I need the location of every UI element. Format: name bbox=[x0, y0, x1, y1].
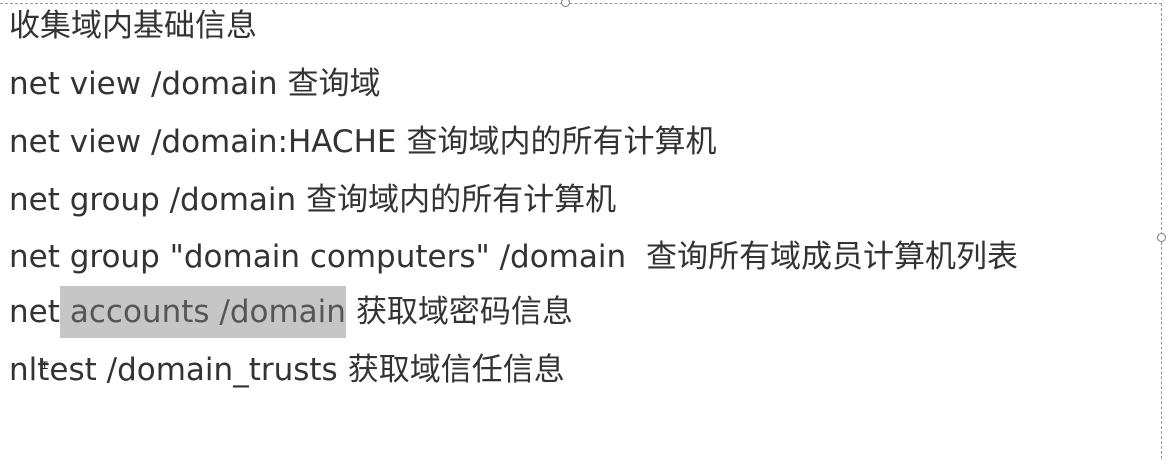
title-text: 收集域内基础信息 bbox=[9, 8, 257, 44]
text-cursor-icon: ⌶ bbox=[41, 358, 49, 372]
command-line-6: nltest /domain_trusts 获取域信任信息 bbox=[9, 348, 1144, 392]
command-description: 查询域内的所有计算机 bbox=[306, 182, 617, 218]
slide-canvas: 收集域内基础信息 net view /domain 查询域 net view /… bbox=[0, 0, 1166, 463]
command-text: net group "domain computers" /domain bbox=[9, 239, 627, 275]
command-prefix: net bbox=[9, 294, 60, 330]
command-text: net view /domain:HACHE bbox=[9, 124, 397, 160]
command-description: 查询所有域成员计算机列表 bbox=[646, 239, 1018, 275]
command-line-5: net accounts /domain 获取域密码信息 bbox=[9, 286, 1144, 338]
command-line-4: net group "domain computers" /domain 查询所… bbox=[9, 236, 1144, 278]
command-description: 获取域信任信息 bbox=[347, 352, 565, 388]
command-text: net group /domain bbox=[9, 182, 297, 218]
text-box[interactable]: 收集域内基础信息 net view /domain 查询域 net view /… bbox=[9, 4, 1144, 406]
command-description: 查询域 bbox=[287, 66, 381, 102]
command-line-3: net group /domain 查询域内的所有计算机 bbox=[9, 178, 1144, 222]
selected-text-highlight[interactable]: accounts /domain bbox=[59, 286, 346, 338]
command-description: 获取域密码信息 bbox=[355, 294, 573, 330]
resize-handle-right[interactable] bbox=[1157, 233, 1166, 242]
command-line-1: net view /domain 查询域 bbox=[9, 62, 1144, 106]
command-line-2: net view /domain:HACHE 查询域内的所有计算机 bbox=[9, 120, 1144, 164]
selection-frame-right bbox=[1161, 3, 1162, 459]
title-line: 收集域内基础信息 bbox=[9, 4, 1144, 48]
command-description: 查询域内的所有计算机 bbox=[406, 124, 717, 160]
command-text: nltest /domain_trusts bbox=[9, 352, 338, 388]
command-text: net view /domain bbox=[9, 66, 278, 102]
